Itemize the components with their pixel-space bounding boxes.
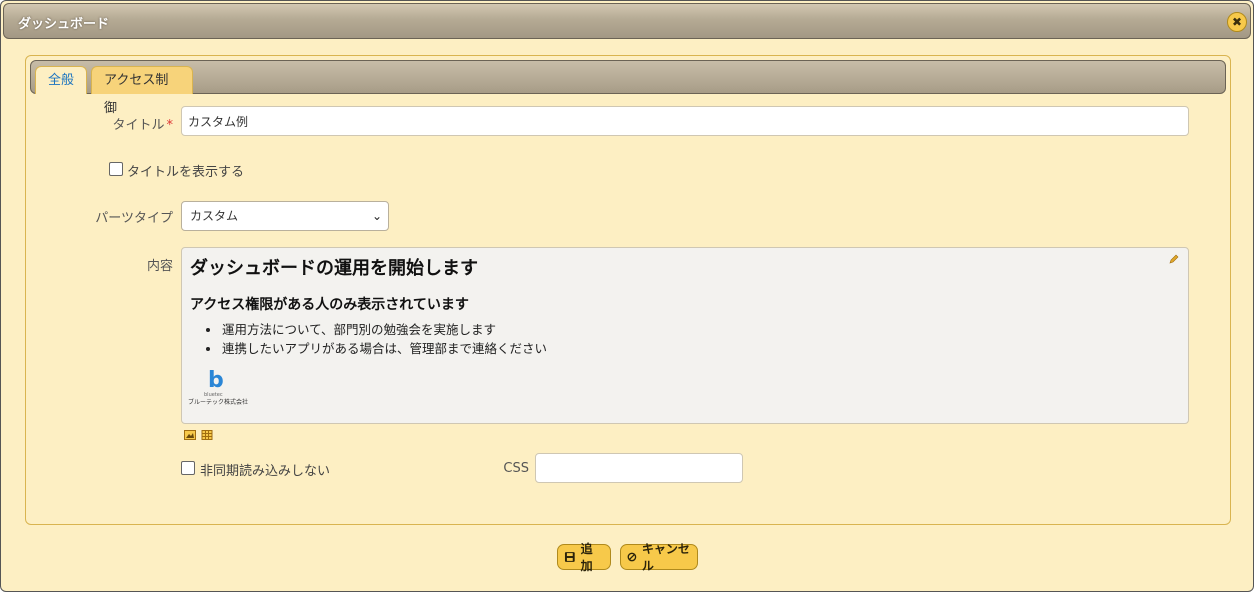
tab-access-control[interactable]: アクセス制御 — [91, 66, 193, 116]
content-heading-2: アクセス権限がある人のみ表示されています — [190, 297, 469, 313]
logo-letter: b — [208, 368, 224, 393]
close-icon: ✖ — [1231, 15, 1243, 29]
content-preview[interactable]: ダッシュボードの運用を開始します アクセス権限がある人のみ表示されています 運用… — [181, 247, 1189, 424]
content-label: 内容 — [146, 259, 173, 274]
parts-type-select[interactable]: カスタム ⌄ — [181, 201, 389, 231]
dashboard-dialog: ダッシュボード ✖ 全般 アクセス制御 タイトル* タイトルを表示する パーツタ… — [0, 0, 1254, 592]
add-button-label: 追加 — [580, 542, 593, 573]
close-button[interactable]: ✖ — [1227, 12, 1247, 32]
title-input[interactable] — [181, 106, 1189, 136]
tab-general[interactable]: 全般 — [35, 66, 87, 94]
image-icon[interactable] — [184, 430, 196, 440]
show-title-checkbox[interactable] — [109, 162, 123, 176]
tab-bar: 全般 アクセス制御 — [30, 60, 1226, 116]
content-bullet-list: 運用方法について、部門別の勉強会を実施します 連携したいアプリがある場合は、管理… — [205, 320, 548, 358]
table-icon[interactable] — [201, 430, 213, 440]
company-logo: b bluetec ブルーテック株式会社 — [188, 368, 248, 408]
cancel-button[interactable]: キャンセル — [620, 542, 698, 573]
list-item: 連携したいアプリがある場合は、管理部まで連絡ください — [205, 341, 548, 356]
no-async-checkbox[interactable] — [181, 461, 195, 475]
no-async-label: 非同期読み込みしない — [200, 464, 331, 479]
required-mark: * — [166, 118, 174, 133]
parts-type-label: パーツタイプ — [95, 211, 173, 226]
pencil-icon[interactable] — [1168, 253, 1180, 265]
list-item: 運用方法について、部門別の勉強会を実施します — [205, 320, 547, 339]
tab-access-control-label: アクセス制御 — [104, 73, 169, 116]
tab-general-label: 全般 — [48, 73, 75, 88]
content-heading-1: ダッシュボードの運用を開始します — [190, 258, 478, 279]
title-field-label: タイトル * — [101, 114, 173, 133]
chevron-down-icon: ⌄ — [371, 209, 382, 223]
css-input[interactable] — [535, 453, 743, 483]
title-label-text: タイトル — [112, 118, 165, 133]
show-title-label: タイトルを表示する — [127, 165, 245, 180]
save-icon — [564, 552, 575, 562]
logo-company-name: ブルーテック株式会社 — [188, 399, 249, 406]
dialog-title: ダッシュボード — [18, 17, 110, 32]
cancel-button-label: キャンセル — [641, 542, 690, 573]
parts-type-value: カスタム — [190, 209, 239, 223]
dialog-titlebar[interactable]: ダッシュボード ✖ — [3, 3, 1251, 39]
add-button[interactable]: 追加 — [557, 542, 611, 573]
css-label: CSS — [503, 461, 529, 476]
cancel-icon — [627, 552, 637, 562]
